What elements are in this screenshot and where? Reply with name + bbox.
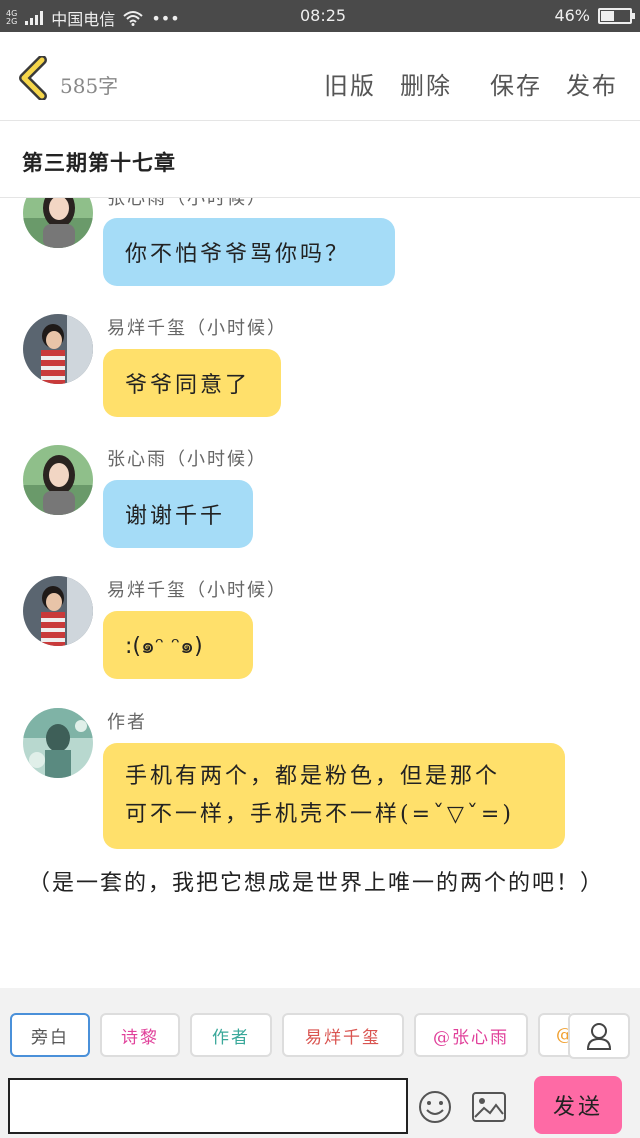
publish-button[interactable]: 发布 <box>566 66 618 101</box>
save-button[interactable]: 保存 <box>490 66 542 101</box>
tag-label: 作者 <box>212 1027 250 1048</box>
clock: 08:25 <box>300 6 347 25</box>
chat-bubble[interactable]: 爷爷同意了 <box>103 349 281 417</box>
speaker-name: 易烊千玺（小时候） <box>107 580 287 601</box>
send-button[interactable]: 发送 <box>534 1076 622 1134</box>
role-tag-shili[interactable]: 诗黎 <box>100 1013 180 1057</box>
girl-avatar-icon <box>23 198 93 248</box>
word-count: 585字 <box>60 74 119 98</box>
image-icon[interactable] <box>472 1092 506 1122</box>
avatar-girl <box>23 198 93 248</box>
editor-toolbar: 585字 旧版 删除 保存 发布 <box>0 32 640 121</box>
avatar-boy <box>23 314 93 384</box>
boy-avatar-icon <box>23 576 93 646</box>
message-input[interactable] <box>8 1078 408 1134</box>
battery-fill <box>601 10 614 21</box>
wifi-icon <box>123 11 143 26</box>
battery-icon <box>598 7 635 24</box>
tag-label: 旁白 <box>31 1027 69 1048</box>
tag-label: 诗黎 <box>121 1027 159 1048</box>
carrier-name: 中国电信 <box>51 10 116 29</box>
network-indicator: 4G 2G <box>6 10 17 26</box>
bubble-line: 手机有两个，都是粉色，但是那个 <box>125 764 501 789</box>
role-tag-mention-zhang[interactable]: @张心雨 <box>414 1013 528 1057</box>
chat-scroll-area[interactable]: 张心雨（小时候） 你不怕爷爷骂你吗？ 易烊千玺（小时候） 爷爷同意了 张心雨（小… <box>0 198 640 988</box>
more-dots: ••• <box>151 8 180 28</box>
network-2g-label: 2G <box>6 17 18 26</box>
avatar-girl <box>23 445 93 515</box>
speaker-name: 易烊千玺（小时候） <box>107 318 287 339</box>
delete-button[interactable]: 删除 <box>400 66 452 101</box>
signal-icon <box>25 11 44 25</box>
chat-bubble[interactable]: 你不怕爷爷骂你吗？ <box>103 218 395 286</box>
narration-text[interactable]: （是一套的，我把它想成是世界上唯一的两个的吧！） <box>28 864 608 904</box>
role-tag-narrator[interactable]: 旁白 <box>10 1013 90 1057</box>
chapter-title[interactable]: 第三期第十七章 <box>22 147 176 177</box>
boy-avatar-icon <box>23 314 93 384</box>
old-version-button[interactable]: 旧版 <box>324 66 376 101</box>
speaker-name: 张心雨（小时候） <box>107 198 267 209</box>
chapter-title-bar: 第三期第十七章 <box>0 121 640 198</box>
bubble-line: 可不一样，手机壳不一样(=ˇ▽ˇ=) <box>125 802 514 827</box>
status-bar: 4G 2G 中国电信 ••• 08:25 46% <box>0 0 640 32</box>
tag-label: @张心雨 <box>433 1027 509 1048</box>
chat-bubble[interactable]: :(๑ᵔ ᵔ๑) <box>103 611 253 679</box>
role-tag-bar[interactable]: 旁白 诗黎 作者 易烊千玺 @张心雨 @ <box>10 1013 570 1061</box>
tag-label: 易烊千玺 <box>305 1027 381 1048</box>
role-tag-author[interactable]: 作者 <box>190 1013 272 1057</box>
avatar-boy <box>23 576 93 646</box>
select-user-button[interactable] <box>568 1013 630 1059</box>
avatar-author <box>23 708 93 778</box>
speaker-name: 张心雨（小时候） <box>107 449 267 470</box>
role-tag-mention-more[interactable]: @ <box>538 1013 570 1057</box>
speaker-name: 作者 <box>107 712 147 733</box>
author-avatar-icon <box>23 708 93 778</box>
compose-panel: 旁白 诗黎 作者 易烊千玺 @张心雨 @ 发送 <box>0 988 640 1138</box>
emoji-icon[interactable] <box>418 1090 452 1124</box>
chat-bubble[interactable]: 谢谢千千 <box>103 480 253 548</box>
girl-avatar-icon <box>23 445 93 515</box>
battery-percent: 46% <box>554 6 590 25</box>
user-icon <box>586 1023 612 1050</box>
chat-bubble[interactable]: 手机有两个，都是粉色，但是那个 可不一样，手机壳不一样(=ˇ▽ˇ=) <box>103 743 565 849</box>
back-chevron-icon[interactable] <box>14 56 54 100</box>
role-tag-yiyang[interactable]: 易烊千玺 <box>282 1013 404 1057</box>
